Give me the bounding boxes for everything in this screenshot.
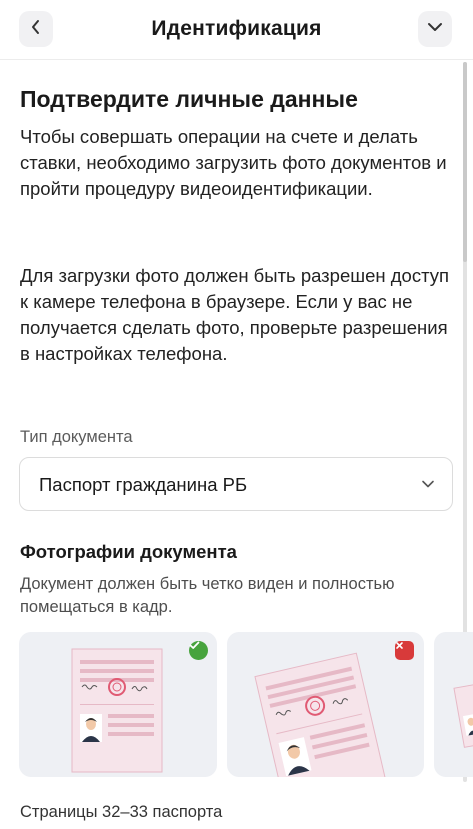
page-title: Идентификация <box>151 17 322 40</box>
document-type-select[interactable]: Паспорт гражданина РБ <box>19 457 453 511</box>
chevron-down-icon <box>420 476 436 497</box>
section-heading: Подтвердите личные данные <box>20 86 358 112</box>
document-type-value: Паспорт гражданина РБ <box>39 474 248 495</box>
passport-illustration <box>71 648 163 773</box>
check-icon <box>189 641 208 660</box>
example-photo-partial <box>434 632 473 777</box>
camera-permission-text: Для загрузки фото должен быть разрешен д… <box>20 265 450 364</box>
chevron-down-icon <box>427 20 443 38</box>
collapse-button[interactable] <box>418 11 452 47</box>
scrollbar-thumb[interactable] <box>463 62 467 262</box>
photos-heading: Фотографии документа <box>20 541 237 562</box>
example-photo-correct <box>19 632 217 777</box>
photos-hint: Документ должен быть четко виден и полно… <box>20 575 395 616</box>
example-photo-incorrect <box>227 632 424 777</box>
close-icon <box>395 641 414 660</box>
intro-text: Чтобы совершать операции на счете и дела… <box>20 126 447 199</box>
top-bar: Идентификация <box>0 0 473 60</box>
document-type-label: Тип документа <box>20 428 133 446</box>
passport-pages-label: Страницы 32–33 паспорта <box>20 803 223 821</box>
document-icon <box>453 678 473 748</box>
